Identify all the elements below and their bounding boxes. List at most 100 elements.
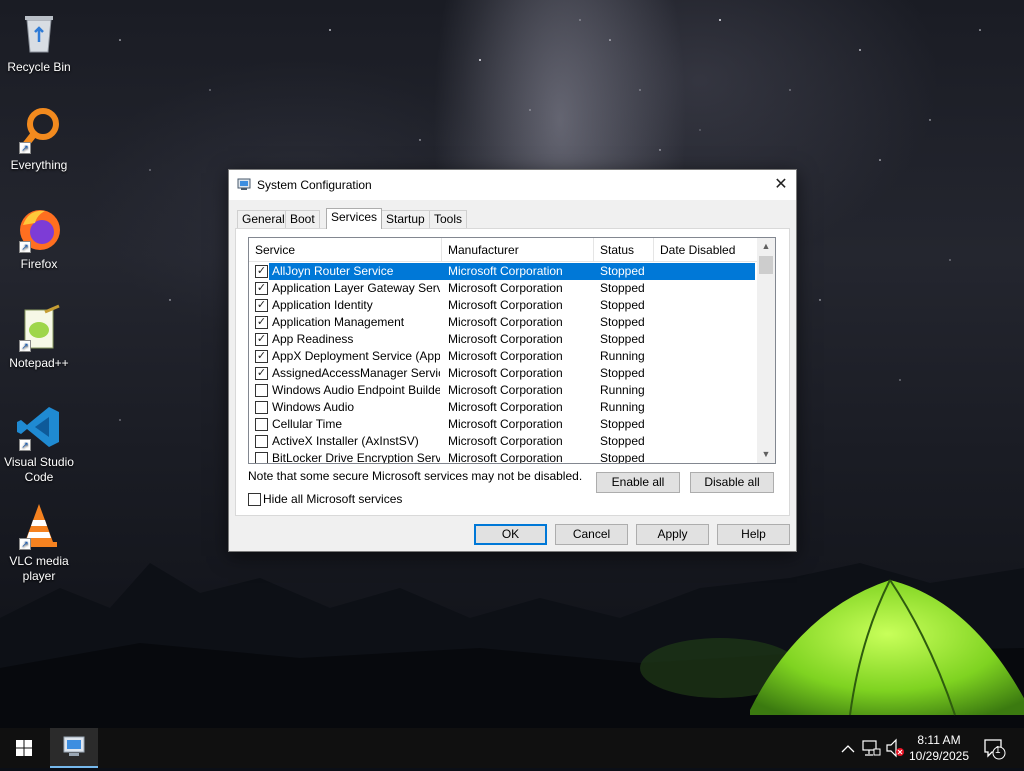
service-row[interactable]: ✓ AssignedAccessManager Service Microsoft … <box>249 365 757 382</box>
service-name-cell: Application Layer Gateway Service <box>272 281 440 295</box>
service-status-cell: Stopped <box>600 332 645 346</box>
scroll-down-icon[interactable]: ▼ <box>757 446 775 463</box>
shortcut-arrow-icon: ↗ <box>19 142 31 154</box>
service-status-cell: Stopped <box>600 298 645 312</box>
volume-tray-button[interactable] <box>884 728 906 768</box>
service-row[interactable]: ActiveX Installer (AxInstSV) Microsoft Co… <box>249 433 757 450</box>
column-header-manufacturer[interactable]: Manufacturer <box>442 238 594 262</box>
service-checkbox[interactable] <box>255 418 268 431</box>
desktop-icon-recycle-bin[interactable]: Recycle Bin <box>0 8 78 75</box>
disable-all-button[interactable]: Disable all <box>690 472 774 493</box>
desktop-icon-label: Firefox <box>20 257 58 271</box>
tab-tools[interactable]: Tools <box>429 210 468 228</box>
help-button[interactable]: Help <box>717 524 790 545</box>
service-row[interactable]: ✓ Application Identity Microsoft Corporati… <box>249 297 757 314</box>
service-manufacturer-cell: Microsoft Corporation <box>448 451 563 464</box>
hide-microsoft-services-label[interactable]: Hide all Microsoft services <box>263 492 402 506</box>
service-manufacturer-cell: Microsoft Corporation <box>448 383 563 397</box>
service-name-cell: Windows Audio Endpoint Builder <box>272 383 440 397</box>
column-header-date-disabled[interactable]: Date Disabled <box>654 238 757 262</box>
service-row[interactable]: ✓ AppX Deployment Service (AppX... Microso… <box>249 348 757 365</box>
scroll-up-icon[interactable]: ▲ <box>757 238 775 255</box>
service-checkbox[interactable]: ✓ <box>255 265 268 278</box>
msconfig-icon <box>237 178 251 190</box>
tab-boot[interactable]: Boot <box>285 210 320 228</box>
shortcut-arrow-icon: ↗ <box>19 439 31 451</box>
scrollbar-thumb[interactable] <box>759 256 773 274</box>
vlc-icon: ↗ <box>15 502 63 550</box>
close-button[interactable]: ✕ <box>766 170 796 200</box>
hide-microsoft-services-checkbox[interactable] <box>248 493 261 506</box>
service-row[interactable]: Windows Audio Microsoft Corporation Runnin… <box>249 399 757 416</box>
service-row[interactable]: ✓ Application Layer Gateway Service Micros… <box>249 280 757 297</box>
service-status-cell: Stopped <box>600 434 645 448</box>
service-checkbox[interactable]: ✓ <box>255 282 268 295</box>
service-manufacturer-cell: Microsoft Corporation <box>448 264 563 278</box>
service-manufacturer-cell: Microsoft Corporation <box>448 315 563 329</box>
service-manufacturer-cell: Microsoft Corporation <box>448 298 563 312</box>
service-manufacturer-cell: Microsoft Corporation <box>448 332 563 346</box>
service-name-cell: AppX Deployment Service (AppX... <box>272 349 440 363</box>
service-row[interactable]: ✓ Application Management Microsoft Corpora… <box>249 314 757 331</box>
desktop-icon-vscode[interactable]: ↗ Visual Studio Code <box>0 403 78 485</box>
service-checkbox[interactable] <box>255 435 268 448</box>
enable-all-button[interactable]: Enable all <box>596 472 680 493</box>
service-checkbox[interactable]: ✓ <box>255 333 268 346</box>
desktop-icon-vlc[interactable]: ↗ VLC media player <box>0 502 78 584</box>
service-checkbox[interactable] <box>255 384 268 397</box>
desktop-icon-everything[interactable]: ↗ Everything <box>0 106 78 173</box>
service-status-cell: Stopped <box>600 417 645 431</box>
service-name-cell: Cellular Time <box>272 417 343 431</box>
service-checkbox[interactable]: ✓ <box>255 299 268 312</box>
taskbar-clock[interactable]: 8:11 AM 10/29/2025 <box>904 732 974 764</box>
service-status-cell: Stopped <box>600 366 645 380</box>
close-icon: ✕ <box>774 176 788 193</box>
ok-button[interactable]: OK <box>474 524 547 545</box>
apply-button[interactable]: Apply <box>636 524 709 545</box>
system-configuration-dialog: System Configuration ✕ General Boot Serv… <box>228 169 797 552</box>
desktop-icon-notepad-plus-plus[interactable]: ↗ Notepad++ <box>0 304 78 371</box>
shortcut-arrow-icon: ↗ <box>19 538 31 550</box>
tent-image <box>750 579 1024 716</box>
service-checkbox[interactable]: ✓ <box>255 316 268 329</box>
notification-count: 1 <box>995 745 1001 756</box>
service-manufacturer-cell: Microsoft Corporation <box>448 400 563 414</box>
service-name-cell: App Readiness <box>272 332 354 346</box>
clock-time: 8:11 AM <box>917 733 961 747</box>
taskbar-system-configuration[interactable] <box>50 728 98 768</box>
service-status-cell: Running <box>600 383 645 397</box>
show-hidden-icons-button[interactable] <box>838 728 858 768</box>
service-checkbox[interactable]: ✓ <box>255 367 268 380</box>
tab-services[interactable]: Services <box>326 208 383 229</box>
start-button[interactable] <box>0 728 48 768</box>
shortcut-arrow-icon: ↗ <box>19 340 31 352</box>
recycle-bin-icon <box>15 8 63 56</box>
taskbar: 8:11 AM 10/29/2025 1 <box>0 728 1024 768</box>
network-tray-button[interactable] <box>860 728 882 768</box>
everything-search-icon: ↗ <box>15 106 63 154</box>
action-center-button[interactable]: 1 <box>980 728 1010 768</box>
service-checkbox[interactable] <box>255 401 268 414</box>
services-list-header: Service Manufacturer Status Date Disable… <box>249 238 757 262</box>
tab-startup[interactable]: Startup <box>381 210 430 228</box>
service-row[interactable]: Cellular Time Microsoft Corporation Stoppe… <box>249 416 757 433</box>
desktop-icon-firefox[interactable]: ↗ Firefox <box>0 205 78 272</box>
service-row[interactable]: ✓ AllJoyn Router Service Microsoft Corpora… <box>249 263 757 280</box>
desktop-icon-label: Recycle Bin <box>7 60 71 74</box>
column-header-status[interactable]: Status <box>594 238 654 262</box>
service-name-cell: BitLocker Drive Encryption Service <box>272 451 440 464</box>
msconfig-icon <box>63 736 85 756</box>
service-name-cell: AllJoyn Router Service <box>272 264 394 278</box>
service-checkbox[interactable]: ✓ <box>255 350 268 363</box>
service-row[interactable]: BitLocker Drive Encryption Service Micros… <box>249 450 757 464</box>
dialog-titlebar[interactable]: System Configuration ✕ <box>229 170 796 200</box>
service-manufacturer-cell: Microsoft Corporation <box>448 434 563 448</box>
vertical-scrollbar[interactable]: ▲ ▼ <box>757 238 775 463</box>
tab-general[interactable]: General <box>237 210 290 228</box>
service-row[interactable]: ✓ App Readiness Microsoft Corporation Stopp… <box>249 331 757 348</box>
service-checkbox[interactable] <box>255 452 268 463</box>
column-header-service[interactable]: Service <box>249 238 442 262</box>
services-list[interactable]: Service Manufacturer Status Date Disable… <box>248 237 776 464</box>
cancel-button[interactable]: Cancel <box>555 524 628 545</box>
service-row[interactable]: Windows Audio Endpoint Builder Microsoft … <box>249 382 757 399</box>
